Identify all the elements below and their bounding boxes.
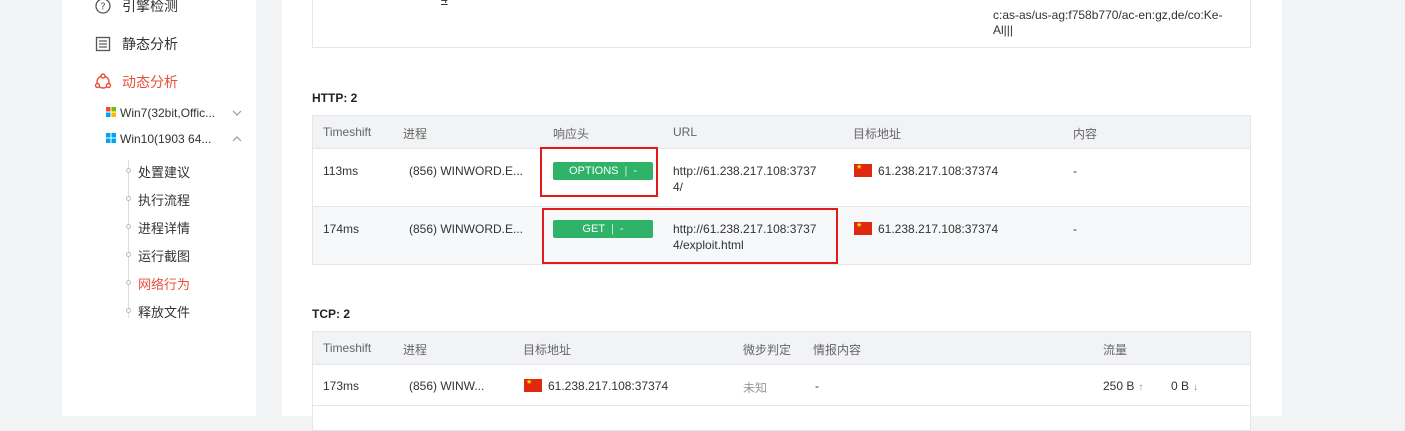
content: -	[1073, 222, 1077, 236]
tree-dot	[126, 168, 131, 173]
share-nodes-icon	[94, 73, 112, 91]
target-address: 61.238.217.108:37374	[878, 222, 999, 236]
target-address: 61.238.217.108:37374	[878, 164, 999, 178]
table-header: Timeshift 进程 响应头 URL 目标地址 内容	[313, 116, 1250, 149]
vm-win10[interactable]: Win10(1903 64...	[106, 132, 242, 146]
http-section-title: HTTP: 2	[312, 91, 358, 105]
timeshift: 173ms	[323, 379, 360, 393]
process: (856) WINW...	[409, 379, 485, 393]
nav-label: 引擎检测	[122, 0, 178, 14]
highlight-box	[540, 147, 658, 197]
col-header: 流量	[1103, 343, 1128, 357]
download-value: 0 B	[1171, 379, 1190, 393]
tree-dot	[126, 280, 131, 285]
tree-dot	[126, 308, 131, 313]
col-header: 进程	[403, 343, 428, 357]
col-header: URL	[673, 125, 698, 139]
cell-text: c:as-as/us-ag:f758b770/ac-en:gz,de/co:Ke…	[993, 8, 1223, 22]
sub-item-screenshots[interactable]: 运行截图	[138, 246, 190, 265]
nav-label: 动态分析	[122, 74, 178, 90]
col-header: Timeshift	[323, 125, 372, 139]
upload-value: 250 B	[1103, 379, 1135, 393]
col-header: Timeshift	[323, 341, 372, 355]
nav-dynamic-analysis[interactable]: 动态分析	[94, 72, 178, 92]
china-flag-icon	[854, 163, 872, 177]
nav-static-analysis[interactable]: 静态分析	[94, 34, 178, 54]
col-header: 目标地址	[853, 127, 902, 141]
chevron-down-icon[interactable]	[232, 108, 242, 119]
upload-traffic: 250 B ↑	[1103, 379, 1143, 393]
arrow-up-icon: ↑	[1138, 382, 1144, 393]
sub-item-released-files[interactable]: 释放文件	[138, 302, 190, 321]
timeshift: 174ms	[323, 222, 360, 236]
col-header: 微步判定	[743, 343, 792, 357]
col-header: 内容	[1073, 127, 1098, 141]
chevron-up-icon[interactable]	[232, 134, 242, 145]
col-header: 进程	[403, 127, 428, 141]
url-line: http://61.238.217.108:3737	[673, 164, 817, 178]
tree-line	[128, 160, 129, 318]
tree-dot	[126, 224, 131, 229]
tcp-table: Timeshift 进程 目标地址 微步判定 情报内容 流量 173ms (85…	[312, 331, 1251, 431]
nav-engine-detection[interactable]: ? 引擎检测	[94, 0, 178, 16]
sub-item-execution-flow[interactable]: 执行流程	[138, 190, 190, 209]
col-header: 目标地址	[523, 343, 572, 357]
timeshift: 113ms	[323, 164, 359, 178]
tcp-section-title: TCP: 2	[312, 307, 351, 321]
nav-label: 静态分析	[122, 36, 178, 52]
tree-dot	[126, 196, 131, 201]
table-row: 113ms (856) WINWORD.E... OPTIONS | - http:…	[313, 149, 1250, 207]
process: (856) WINWORD.E...	[409, 164, 524, 178]
tree-dot	[126, 252, 131, 257]
windows-logo-icon	[106, 106, 116, 120]
intel-content: -	[815, 379, 819, 393]
question-circle-icon: ?	[94, 0, 112, 15]
cell-text: Al|||	[993, 23, 1014, 37]
verdict: 未知	[743, 381, 768, 395]
content: -	[1073, 164, 1077, 178]
download-traffic: 0 B ↓	[1171, 379, 1198, 393]
url[interactable]: http://61.238.217.108:3737 4/	[673, 163, 833, 195]
col-header: 情报内容	[813, 343, 862, 357]
process: (856) WINWORD.E...	[409, 222, 524, 236]
url-line: 4/	[673, 180, 684, 194]
vm-label: Win10(1903 64...	[120, 132, 212, 146]
row-link[interactable]: 4	[441, 0, 448, 6]
vm-win7[interactable]: Win7(32bit,Offic...	[106, 106, 242, 120]
svg-text:?: ?	[100, 2, 105, 13]
target-address: 61.238.217.108:37374	[548, 379, 669, 393]
windows-logo-icon	[106, 132, 116, 146]
document-list-icon	[94, 35, 112, 53]
sub-item-network-behavior[interactable]: 网络行为	[138, 274, 190, 293]
col-header: 响应头	[553, 127, 590, 141]
arrow-down-icon: ↓	[1193, 382, 1199, 393]
highlight-box	[542, 208, 838, 264]
sub-item-process-details[interactable]: 进程详情	[138, 218, 190, 237]
sub-item-disposal-advice[interactable]: 处置建议	[138, 162, 190, 181]
table-row: 173ms (856) WINW... 61.238.217.108:37374…	[313, 365, 1250, 406]
previous-table-tail: 4 c:as-as/us-ag:f758b770/ac-en:gz,de/co:…	[312, 0, 1251, 48]
table-header: Timeshift 进程 目标地址 微步判定 情报内容 流量	[313, 332, 1250, 365]
china-flag-icon	[854, 221, 872, 235]
vm-label: Win7(32bit,Offic...	[120, 106, 216, 120]
china-flag-icon	[524, 378, 542, 392]
